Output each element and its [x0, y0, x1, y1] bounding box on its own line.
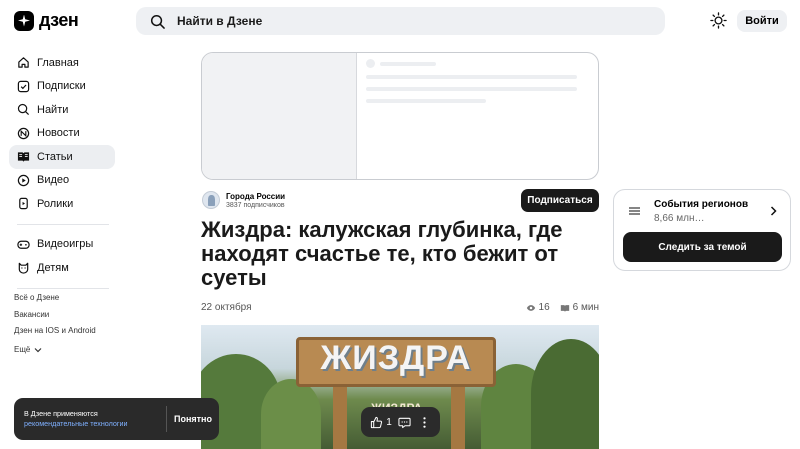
articles-icon: [17, 152, 30, 162]
photo-tree: [261, 379, 321, 449]
like-count: 1: [386, 416, 392, 428]
shorts-icon: [19, 198, 28, 210]
sidebar-item-label: Подписки: [37, 80, 86, 93]
recommendation-notice: В Дзене применяются рекомендательные тех…: [14, 398, 219, 440]
sidebar-item-label: Видеоигры: [37, 238, 94, 251]
search-input[interactable]: Найти в Дзене: [177, 14, 262, 28]
sidebar-item-news[interactable]: Новости: [9, 122, 115, 146]
sidebar-divider: [17, 287, 109, 289]
more-vertical-icon[interactable]: [418, 416, 431, 429]
footer-link-apps[interactable]: Дзен на IOS и Android: [14, 325, 96, 342]
sidebar-nav: Главная Подписки Найти Новости Статьи Ви…: [9, 51, 115, 297]
sidebar-item-subscriptions[interactable]: Подписки: [9, 75, 115, 99]
follow-topic-button[interactable]: Следить за темой: [623, 232, 782, 262]
reactions-bar: 1: [361, 407, 440, 437]
search-icon: [150, 14, 165, 29]
thumb-up-icon: [371, 416, 383, 428]
subscribe-button[interactable]: Подписаться: [521, 189, 599, 212]
sidebar-item-video[interactable]: Видео: [9, 169, 115, 193]
sidebar-item-label: Видео: [37, 174, 70, 187]
widget-subtitle: 8,66 млн…: [654, 213, 705, 224]
skeleton-dot: [366, 59, 375, 68]
subscriptions-icon: [17, 80, 30, 92]
sidebar-item-label: Статьи: [37, 150, 73, 163]
gamepad-icon: [17, 240, 30, 249]
footer-link-jobs[interactable]: Вакансии: [14, 309, 96, 326]
sign-post: [451, 387, 465, 449]
like-button[interactable]: 1: [370, 416, 392, 429]
sidebar-item-label: Главная: [37, 56, 79, 69]
widget-title[interactable]: События регионов: [654, 199, 748, 210]
channel-info[interactable]: Города России 3837 подписчиков: [202, 191, 285, 209]
footer-link-more[interactable]: Ещё: [14, 342, 96, 359]
book-icon: [560, 304, 569, 312]
zen-logo-icon: [14, 10, 34, 31]
sidebar-item-kids[interactable]: Детям: [9, 256, 115, 280]
search-bar[interactable]: Найти в Дзене: [136, 7, 665, 35]
sign-post: [333, 387, 347, 449]
sidebar-item-label: Детям: [37, 261, 69, 274]
photo-tree: [531, 339, 599, 449]
notice-ok-button[interactable]: Понятно: [167, 398, 219, 440]
eye-icon: [526, 304, 535, 311]
topic-widget: События регионов 8,66 млн… Следить за те…: [613, 189, 791, 271]
skeleton-line: [366, 87, 577, 91]
search-icon: [17, 104, 30, 116]
chevron-down-icon: [34, 347, 42, 353]
notice-link[interactable]: рекомендательные технологии: [24, 419, 128, 428]
article-date: 22 октября: [201, 302, 252, 313]
logo[interactable]: дзен: [14, 10, 79, 31]
logo-text: дзен: [39, 10, 79, 30]
theme-toggle-sun-icon[interactable]: [710, 12, 727, 29]
sidebar-item-label: Новости: [37, 127, 80, 140]
notice-text: В Дзене применяются рекомендательные тех…: [24, 409, 169, 429]
sidebar-item-articles[interactable]: Статьи: [9, 145, 115, 169]
ad-image-placeholder: [202, 53, 357, 179]
chevron-right-icon[interactable]: [769, 206, 778, 216]
read-time: 6 мин: [572, 302, 599, 313]
sidebar-footer-links: Всё о Дзене Вакансии Дзен на IOS и Andro…: [14, 292, 96, 358]
footer-more-label: Ещё: [14, 345, 31, 355]
ad-placeholder-card[interactable]: [201, 52, 599, 180]
channel-name[interactable]: Города России: [226, 192, 285, 201]
channel-meta: Города России 3837 подписчиков: [226, 192, 285, 209]
skeleton-line: [366, 99, 486, 103]
skeleton-line: [366, 75, 577, 79]
sidebar-item-videogames[interactable]: Видеоигры: [9, 233, 115, 257]
news-icon: [17, 127, 30, 139]
sidebar-item-search[interactable]: Найти: [9, 98, 115, 122]
footer-link-about[interactable]: Всё о Дзене: [14, 292, 96, 309]
home-icon: [18, 57, 29, 68]
notice-message: В Дзене применяются: [24, 409, 98, 418]
sidebar-item-label: Найти: [37, 103, 69, 116]
article-stats: 16 6 мин: [526, 302, 599, 313]
video-icon: [17, 174, 30, 186]
sidebar-item-label: Ролики: [37, 197, 74, 210]
kids-icon: [18, 262, 29, 274]
read-time-stat: 6 мин: [560, 302, 599, 313]
sidebar-divider: [17, 223, 109, 225]
login-button[interactable]: Войти: [737, 10, 787, 32]
photo-sign-text: ЖИЗДРА: [320, 339, 472, 377]
skeleton-line: [380, 62, 436, 66]
channel-subscribers: 3837 подписчиков: [226, 201, 285, 209]
comment-icon[interactable]: [398, 416, 411, 429]
views-count: 16: [538, 302, 550, 313]
sidebar-item-home[interactable]: Главная: [9, 51, 115, 75]
views-stat: 16: [526, 302, 550, 313]
article-title: Жиздра: калужская глубинка, где находят …: [201, 217, 563, 290]
sidebar-item-shorts[interactable]: Ролики: [9, 192, 115, 216]
channel-avatar[interactable]: [202, 191, 220, 209]
menu-icon: [629, 207, 640, 215]
